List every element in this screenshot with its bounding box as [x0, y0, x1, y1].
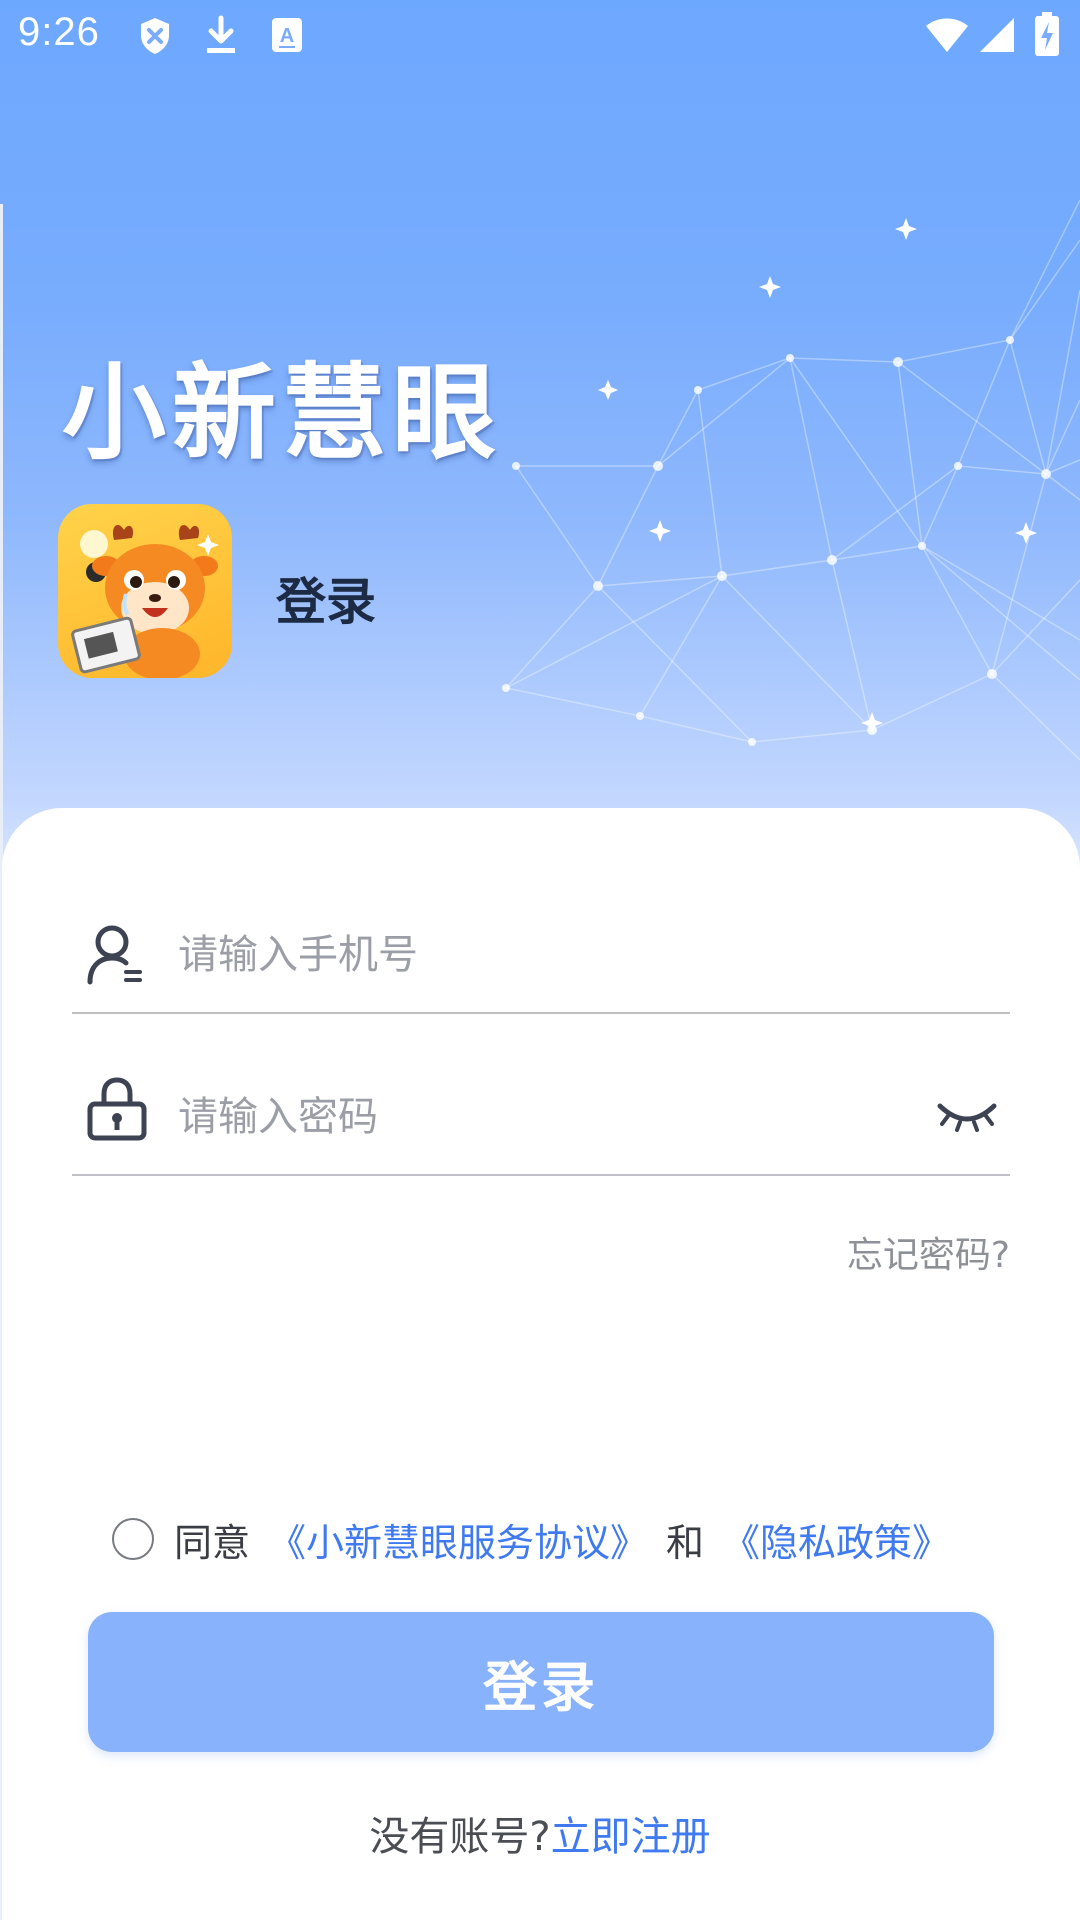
- app-title: 小新慧眼: [62, 352, 503, 474]
- password-input[interactable]: [176, 1086, 880, 1148]
- service-agreement-link[interactable]: 《小新慧眼服务协议》: [268, 1512, 648, 1567]
- forgot-password-link[interactable]: 忘记密码?: [847, 1226, 1010, 1278]
- phone-input[interactable]: [176, 924, 880, 986]
- app-logo: [58, 504, 232, 678]
- network-decoration: [502, 200, 1080, 761]
- register-row: 没有账号?立即注册: [0, 1804, 1080, 1862]
- status-time: 9:26: [18, 10, 100, 54]
- wifi-icon: [926, 18, 968, 52]
- agreement-and: 和: [666, 1520, 705, 1565]
- battery-charging-icon: [1035, 12, 1059, 56]
- svg-text:A: A: [280, 25, 294, 47]
- login-button[interactable]: 登录: [88, 1612, 994, 1752]
- signal-icon: [980, 18, 1014, 52]
- privacy-policy-link[interactable]: 《隐私政策》: [722, 1512, 950, 1567]
- register-prompt: 没有账号?: [369, 1814, 551, 1860]
- password-field: [72, 1062, 1010, 1176]
- status-bar: 9:26 A: [0, 0, 1080, 72]
- user-icon: [87, 925, 142, 985]
- keyboard-a-icon: A: [272, 18, 302, 52]
- agreement-row: 同意 《小新慧眼服务协议》 和 《隐私政策》: [112, 1512, 950, 1567]
- lock-icon: [87, 1077, 147, 1141]
- register-link[interactable]: 立即注册: [551, 1814, 711, 1860]
- download-icon: [207, 15, 235, 53]
- agreement-prefix: 同意: [174, 1520, 251, 1565]
- login-screen: 9:26 A 小新慧眼 登录 请输入手机号 忘记密码? 同意 《小新慧眼服务协议…: [0, 0, 1080, 1920]
- eye-closed-icon[interactable]: [936, 1098, 998, 1132]
- page-title: 登录: [276, 573, 376, 631]
- shield-icon: [141, 18, 169, 54]
- phone-field: [72, 900, 1010, 1014]
- agreement-checkbox[interactable]: [112, 1518, 154, 1560]
